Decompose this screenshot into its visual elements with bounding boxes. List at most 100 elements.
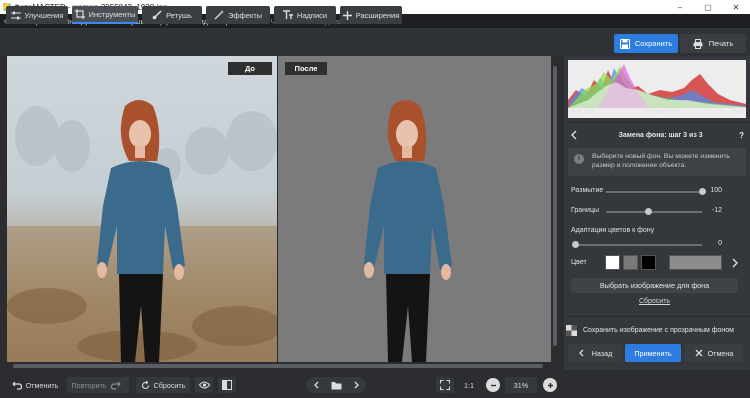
chevron-right-icon[interactable] xyxy=(730,258,740,268)
blur-label: Размытие xyxy=(571,187,604,194)
vertical-scrollbar[interactable] xyxy=(551,56,559,362)
redo-label: Повторить xyxy=(71,380,107,390)
back-button[interactable]: Назад xyxy=(568,344,622,362)
photo-canvas[interactable]: До После xyxy=(7,56,551,362)
tab-label: Улучшения xyxy=(24,10,64,20)
reset-label: Сбросить xyxy=(153,380,186,390)
minimize-button[interactable]: – xyxy=(666,3,694,12)
printer-icon xyxy=(693,38,703,49)
undo-icon xyxy=(11,381,22,390)
horizontal-scrollbar[interactable] xyxy=(7,362,551,370)
after-photo xyxy=(364,100,452,362)
cancel-label: Отмена xyxy=(707,348,734,358)
floppy-disk-icon xyxy=(619,38,630,49)
compare-button[interactable] xyxy=(218,377,236,393)
blur-slider[interactable] xyxy=(606,191,702,193)
chevron-left-icon[interactable] xyxy=(568,130,582,140)
border-value: -12 xyxy=(711,207,722,214)
close-icon xyxy=(695,349,703,357)
swatch-black[interactable] xyxy=(641,255,656,270)
focal-value: 70 mm f/11 xyxy=(644,109,677,116)
plus-icon xyxy=(547,382,553,388)
minus-icon xyxy=(490,384,496,386)
help-icon[interactable]: ? xyxy=(739,131,744,140)
cancel-button[interactable]: Отмена xyxy=(685,344,743,362)
undo-label: Отменить xyxy=(25,380,59,390)
undo-button[interactable]: Отменить xyxy=(6,377,64,393)
tab-label: Надписи xyxy=(296,10,328,20)
save-transparent-label: Сохранить изображение с прозрачным фоном xyxy=(583,326,734,334)
scroll-thumb[interactable] xyxy=(553,66,557,346)
crop-icon xyxy=(74,9,85,19)
adapt-label: Адаптация цветов к фону xyxy=(571,227,655,234)
hint-text: Выберите новый фон. Вы можете изменить р… xyxy=(592,153,730,169)
border-slider-knob[interactable] xyxy=(644,208,652,215)
zoom-in-button[interactable] xyxy=(543,378,557,392)
woman-figure-cutout xyxy=(364,100,452,362)
before-label: До xyxy=(228,62,272,75)
scroll-thumb[interactable] xyxy=(13,364,543,368)
actual-size-button[interactable]: 1:1 xyxy=(459,377,479,393)
step-header: Замена фона: шаг 3 из 3 ? xyxy=(564,128,750,142)
brush-icon xyxy=(152,10,162,20)
reset-button[interactable]: Сбросить xyxy=(136,377,190,393)
tab-text[interactable]: Надписи xyxy=(274,6,336,24)
border-label: Границы xyxy=(571,207,599,214)
chevron-left-icon[interactable] xyxy=(313,381,321,389)
blur-value: 100 xyxy=(710,187,722,194)
iso-value: ISO 100 xyxy=(570,109,594,116)
adapt-slider[interactable] xyxy=(575,244,702,246)
print-label: Печать xyxy=(708,39,734,48)
divider xyxy=(564,122,750,123)
save-transparent-button[interactable]: Сохранить изображение с прозрачным фоном xyxy=(566,323,734,337)
swatch-gray[interactable] xyxy=(623,255,638,270)
fit-screen-icon xyxy=(440,380,450,390)
tab-enhancements[interactable]: Улучшения xyxy=(6,6,68,24)
reset-link[interactable]: Сбросить xyxy=(571,298,738,305)
compare-icon xyxy=(222,380,232,390)
step-title: Замена фона: шаг 3 из 3 xyxy=(618,131,703,139)
tab-label: Эффекты xyxy=(227,10,263,20)
reset-icon xyxy=(141,380,149,389)
text-icon xyxy=(282,10,293,19)
tab-effects[interactable]: Эффекты xyxy=(206,6,270,24)
redo-button[interactable]: Повторить xyxy=(67,377,129,393)
after-label: После xyxy=(285,62,327,75)
save-button[interactable]: Сохранить xyxy=(614,34,678,53)
save-label: Сохранить xyxy=(634,39,673,48)
info-icon: i xyxy=(574,154,584,164)
adapt-value: 0 xyxy=(718,240,722,247)
color-label: Цвет xyxy=(571,259,587,266)
folder-icon[interactable] xyxy=(331,381,342,390)
tab-retouch[interactable]: Ретушь xyxy=(142,6,202,24)
hint-box: i Выберите новый фон. Вы можете изменить… xyxy=(568,148,746,176)
close-button[interactable]: ✕ xyxy=(722,3,750,12)
shutter-value: 1/160 xyxy=(727,109,744,116)
plus-icon xyxy=(342,10,352,20)
back-label: Назад xyxy=(591,348,613,358)
custom-color-swatch[interactable] xyxy=(669,255,722,270)
swatch-white[interactable] xyxy=(605,255,620,270)
zoom-out-button[interactable] xyxy=(486,378,500,392)
adapt-slider-knob[interactable] xyxy=(571,241,579,248)
chevron-right-icon[interactable] xyxy=(352,381,360,389)
eye-icon xyxy=(198,381,210,389)
choose-background-button[interactable]: Выбрать изображение для фона xyxy=(571,278,738,293)
tab-extensions[interactable]: Расширения xyxy=(340,6,402,24)
before-photo xyxy=(7,100,277,362)
tab-label: Ретушь xyxy=(166,10,192,20)
fit-screen-button[interactable] xyxy=(436,377,454,393)
apply-button[interactable]: Применить xyxy=(625,344,681,362)
border-slider[interactable] xyxy=(606,211,702,213)
zoom-level[interactable]: 31% xyxy=(505,377,537,393)
tab-tools[interactable]: Инструменты xyxy=(72,6,138,24)
histogram-graph xyxy=(568,64,746,108)
tab-label: Расширения xyxy=(355,10,400,20)
print-button[interactable]: Печать xyxy=(680,34,746,53)
maximize-button[interactable]: ▢ xyxy=(694,3,722,12)
transparency-icon xyxy=(566,324,577,336)
preview-toggle-button[interactable] xyxy=(195,377,213,393)
after-image: После xyxy=(278,56,551,362)
redo-icon xyxy=(110,381,121,390)
file-navigation xyxy=(306,377,366,393)
